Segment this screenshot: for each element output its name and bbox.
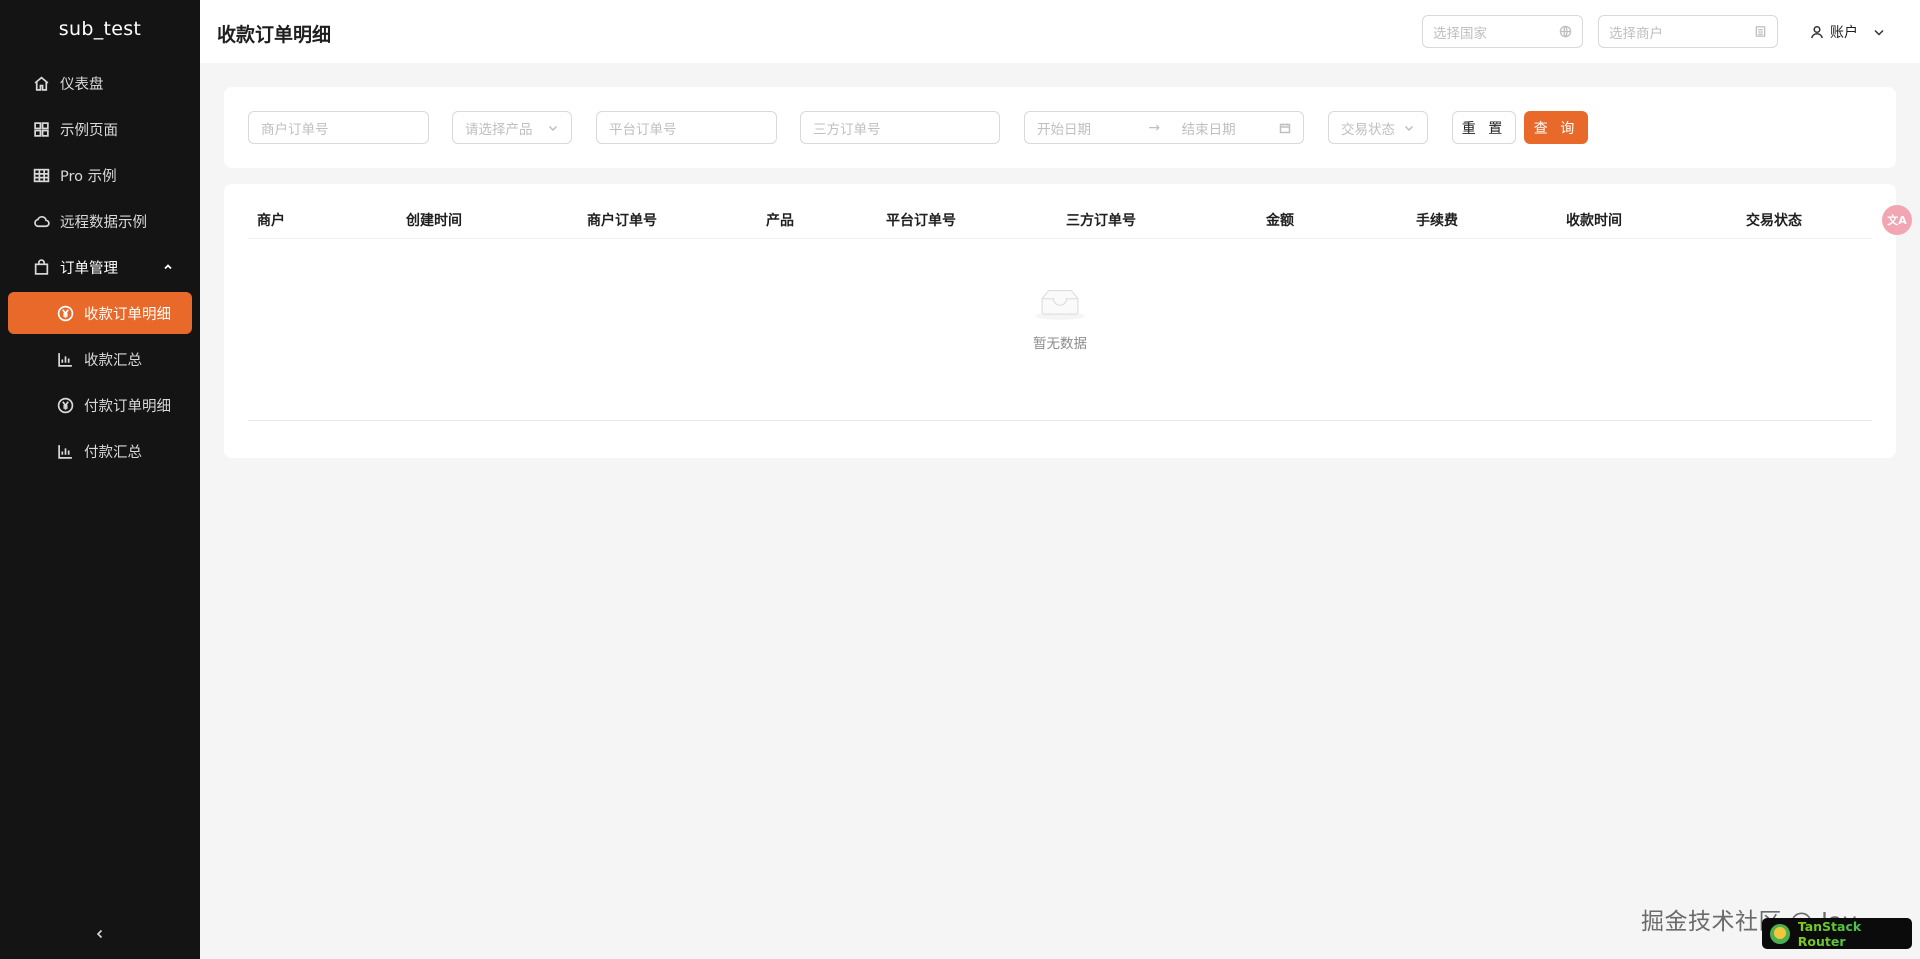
merchant-select[interactable]: 选择商户 — [1598, 15, 1778, 48]
account-label: 账户 — [1830, 25, 1858, 41]
cloud-icon — [32, 212, 50, 230]
column-header-product: 产品 — [766, 213, 794, 229]
chevron-down-icon — [1404, 125, 1414, 131]
column-header-platform-order: 平台订单号 — [886, 213, 956, 229]
tanstack-router-devtools-button[interactable]: TanStack Router — [1762, 918, 1912, 949]
page-title: 收款订单明细 — [217, 24, 332, 46]
sidebar-item-label: 付款订单明细 — [84, 398, 171, 415]
sidebar-item-collection-order-detail[interactable]: 收款订单明细 — [8, 292, 192, 334]
merchant-order-placeholder: 商户订单号 — [261, 121, 329, 138]
column-header-merchant-order: 商户订单号 — [587, 213, 657, 229]
chevron-up-icon — [164, 264, 172, 270]
bar-chart-icon — [56, 442, 74, 460]
third-party-order-input[interactable]: 三方订单号 — [800, 111, 1000, 144]
account-menu[interactable]: 账户 — [1810, 20, 1886, 44]
date-range-picker[interactable]: 开始日期 → 结束日期 — [1024, 111, 1304, 144]
column-header-status: 交易状态 — [1746, 213, 1802, 229]
column-header-merchant: 商户 — [257, 213, 285, 229]
sidebar-item-payment-order-detail[interactable]: 付款订单明细 — [8, 384, 192, 426]
range-arrow-icon: → — [1148, 119, 1161, 136]
sidebar-item-label: 收款汇总 — [84, 352, 142, 369]
column-header-third-party-order: 三方订单号 — [1066, 213, 1136, 229]
platform-order-input[interactable]: 平台订单号 — [596, 111, 777, 144]
product-select-placeholder: 请选择产品 — [465, 121, 533, 138]
sidebar-item-label: 付款汇总 — [84, 444, 142, 461]
sidebar-item-remote-data[interactable]: 远程数据示例 — [8, 200, 192, 242]
column-header-fee: 手续费 — [1416, 213, 1458, 229]
sidebar-item-label: 收款订单明细 — [84, 306, 171, 323]
query-button[interactable]: 查 询 — [1524, 111, 1588, 144]
sidebar-item-label: 仪表盘 — [60, 76, 104, 93]
third-party-order-placeholder: 三方订单号 — [813, 121, 881, 138]
table-header: 商户 创建时间 商户订单号 产品 平台订单号 三方订单号 金额 手续费 收款时间… — [248, 210, 1872, 239]
merchant-order-input[interactable]: 商户订单号 — [248, 111, 429, 144]
platform-order-placeholder: 平台订单号 — [609, 121, 677, 138]
top-header: 收款订单明细 选择国家 选择商户 账户 — [200, 0, 1920, 63]
table-icon — [32, 166, 50, 184]
empty-state: 暂无数据 — [248, 240, 1872, 421]
sidebar-item-pro-example[interactable]: Pro 示例 — [8, 154, 192, 196]
yen-circle-icon — [56, 304, 74, 322]
sidebar: sub_test 仪表盘 示例页面 Pro 示例 远程数据示例 订单管理 收款订… — [0, 0, 200, 959]
sidebar-group-label: 订单管理 — [60, 260, 118, 277]
globe-icon — [1559, 25, 1572, 38]
reset-button[interactable]: 重 置 — [1452, 111, 1516, 144]
country-select-placeholder: 选择国家 — [1433, 25, 1487, 42]
column-header-amount: 金额 — [1266, 213, 1294, 229]
grid-icon — [32, 120, 50, 138]
shopping-bag-icon — [32, 258, 50, 276]
sidebar-item-payment-summary[interactable]: 付款汇总 — [8, 430, 192, 472]
orders-table: 商户 创建时间 商户订单号 产品 平台订单号 三方订单号 金额 手续费 收款时间… — [224, 184, 1896, 458]
column-header-created-time: 创建时间 — [406, 213, 462, 229]
tanstack-router-label: TanStack Router — [1798, 919, 1912, 949]
chevron-down-icon — [548, 125, 558, 131]
chevron-down-icon — [1874, 29, 1884, 36]
yen-circle-icon — [56, 396, 74, 414]
status-select[interactable]: 交易状态 — [1328, 111, 1428, 144]
sidebar-group-order-management[interactable]: 订单管理 — [8, 246, 192, 288]
chevron-left-icon — [96, 929, 103, 939]
status-select-placeholder: 交易状态 — [1341, 121, 1395, 138]
sidebar-menu: 仪表盘 示例页面 Pro 示例 远程数据示例 订单管理 收款订单明细 收款汇总 … — [0, 62, 200, 472]
app-brand: sub_test — [58, 18, 142, 40]
country-select[interactable]: 选择国家 — [1422, 15, 1583, 48]
shop-icon — [1755, 26, 1766, 37]
start-date-placeholder: 开始日期 — [1037, 121, 1091, 138]
merchant-select-placeholder: 选择商户 — [1609, 25, 1663, 42]
end-date-placeholder: 结束日期 — [1181, 121, 1236, 138]
product-select[interactable]: 请选择产品 — [452, 111, 572, 144]
tanstack-logo-icon — [1770, 923, 1790, 944]
sidebar-collapse-button[interactable] — [0, 923, 200, 945]
calendar-icon — [1279, 123, 1291, 133]
filter-panel: 商户订单号 请选择产品 平台订单号 三方订单号 开始日期 → 结束日期 交易状态… — [224, 87, 1896, 168]
sidebar-item-label: Pro 示例 — [60, 168, 117, 185]
column-header-collection-time: 收款时间 — [1566, 213, 1622, 229]
sidebar-item-label: 示例页面 — [60, 122, 118, 139]
sidebar-item-dashboard[interactable]: 仪表盘 — [8, 62, 192, 104]
translate-icon: 文A — [1887, 214, 1907, 227]
user-icon — [1811, 25, 1823, 39]
sidebar-item-example-page[interactable]: 示例页面 — [8, 108, 192, 150]
home-icon — [32, 74, 50, 92]
empty-text: 暂无数据 — [1033, 336, 1087, 352]
empty-inbox-icon — [1035, 290, 1085, 320]
translate-float-button[interactable]: 文A — [1882, 205, 1912, 235]
sidebar-item-collection-summary[interactable]: 收款汇总 — [8, 338, 192, 380]
sidebar-item-label: 远程数据示例 — [60, 214, 147, 231]
bar-chart-icon — [56, 350, 74, 368]
